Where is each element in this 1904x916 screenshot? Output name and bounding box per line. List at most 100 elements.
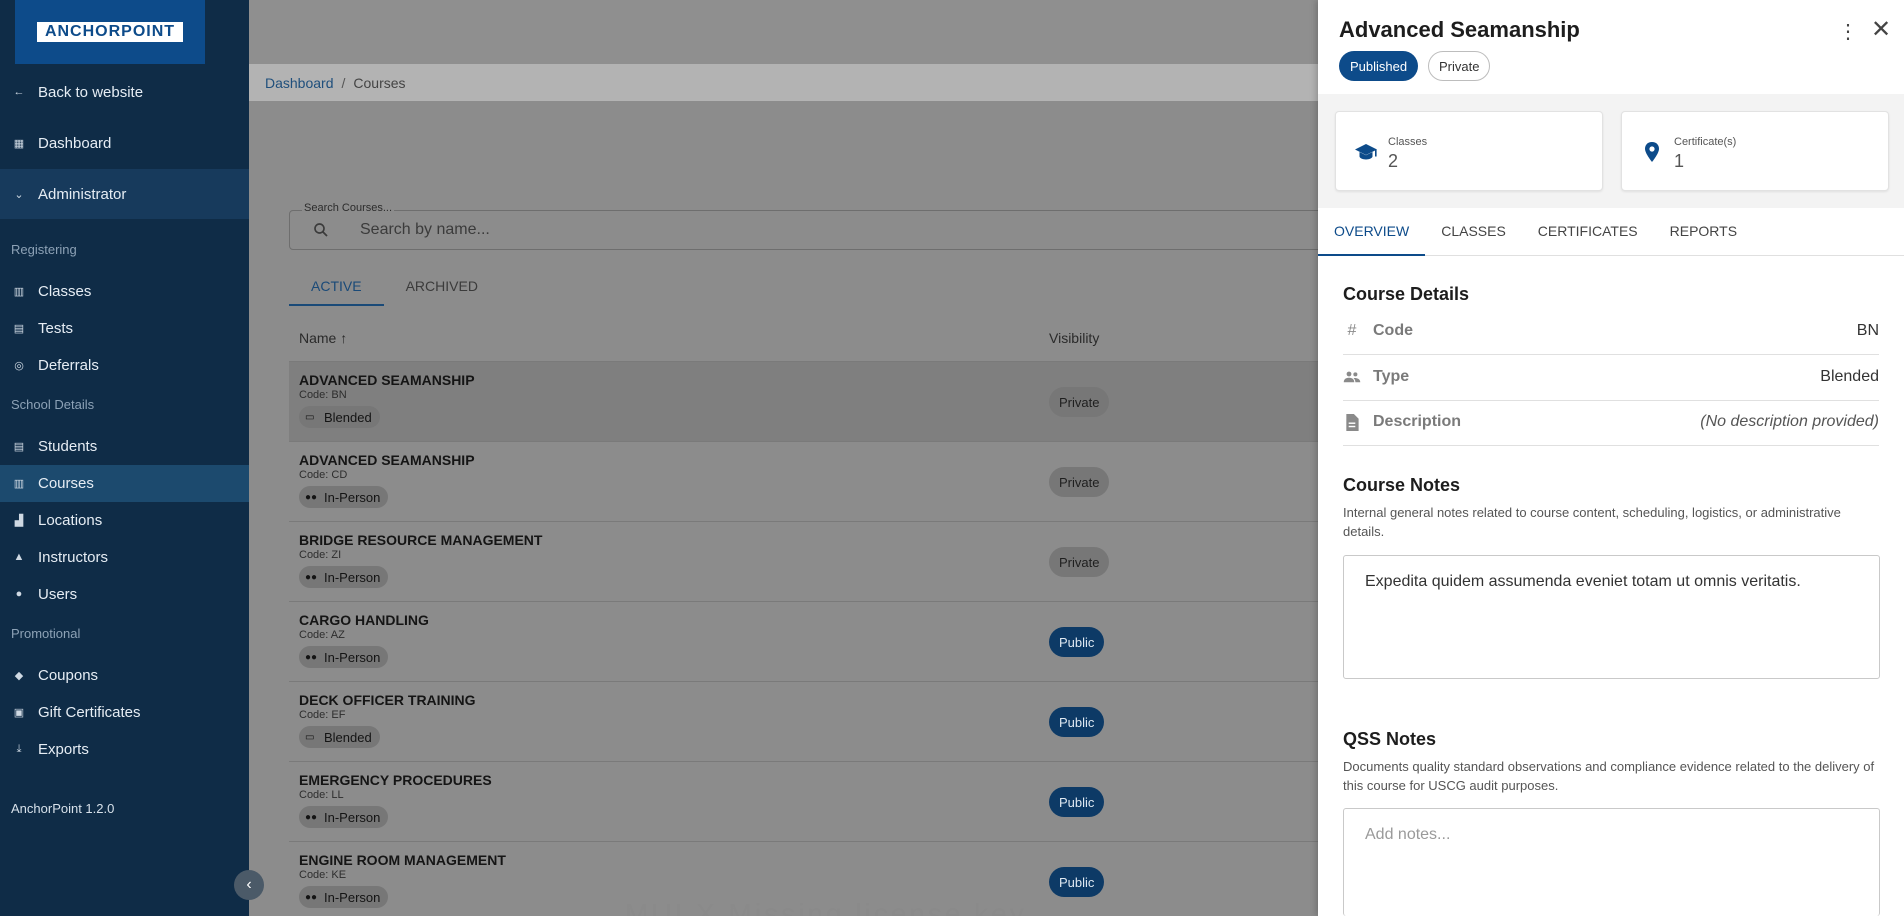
table-row[interactable]: ADVANCED SEAMANSHIP Code: BN ▭ Blended Pr… (289, 362, 1339, 442)
table-row[interactable]: DECK OFFICER TRAINING Code: EF ▭ Blended … (289, 682, 1339, 762)
detail-label: Description (1373, 413, 1462, 430)
course-detail-drawer: Advanced Seamanship ⋮ ✕ Published Privat… (1318, 0, 1904, 916)
tab-reports[interactable]: REPORTS (1654, 208, 1753, 256)
breadcrumb-separator: / (341, 74, 346, 91)
column-header-visibility[interactable]: Visibility (1049, 330, 1099, 346)
chip-label: Blended (324, 409, 372, 425)
gift-icon: ▣ (13, 706, 25, 719)
course-code: Code: BN (299, 389, 347, 401)
classes-stat-card[interactable]: Classes 2 (1335, 111, 1603, 191)
certificates-stat-card[interactable]: Certificate(s) 1 (1621, 111, 1889, 191)
sidebar-item-label: Gift Certificates (38, 703, 141, 721)
visibility-badge: Private (1049, 547, 1110, 577)
course-title: BRIDGE RESOURCE MANAGEMENT (299, 532, 543, 548)
course-notes-textarea[interactable]: Expedita quidem assumenda eveniet totam … (1343, 555, 1880, 679)
visibility-badge: Public (1049, 707, 1105, 737)
chip-label: In-Person (324, 649, 381, 665)
stat-label: Certificate(s) (1674, 136, 1737, 148)
book-icon: ▥ (13, 285, 25, 298)
chip-label: In-Person (324, 489, 381, 505)
sidebar-item-label: Students (38, 437, 98, 455)
sidebar-item-deferrals[interactable]: ◎ Deferrals (0, 353, 249, 377)
course-notes-heading: Course Notes (1343, 475, 1461, 495)
courses-table: Name ↑ Visibility ADVANCED SEAMANSHIP Co… (289, 314, 1339, 916)
tab-overview[interactable]: OVERVIEW (1318, 208, 1426, 256)
people-icon: ●● (305, 811, 318, 823)
sidebar-item-label: Tests (38, 319, 74, 337)
license-watermark: MUI X Missing license key (625, 898, 1027, 916)
sidebar-item-coupons[interactable]: ◆ Coupons (0, 663, 249, 687)
laptop-icon: ▭ (305, 411, 315, 423)
people-icon (1343, 368, 1361, 386)
app-version: AnchorPoint 1.2.0 (11, 801, 115, 816)
table-row[interactable]: BRIDGE RESOURCE MANAGEMENT Code: ZI ●● In… (289, 522, 1339, 602)
tab-archived[interactable]: ARCHIVED (384, 266, 500, 306)
course-title: ENGINE ROOM MANAGEMENT (299, 852, 506, 868)
column-header-label: Name (299, 330, 337, 346)
course-tabs: ACTIVE ARCHIVED (289, 266, 500, 306)
search-field[interactable]: Search Courses... Search by name... (289, 202, 1339, 250)
course-type-chip: ●● In-Person (299, 806, 389, 828)
course-code: Code: LL (299, 789, 344, 801)
course-title: DECK OFFICER TRAINING (299, 692, 476, 708)
table-row[interactable]: EMERGENCY PROCEDURES Code: LL ●● In-Perso… (289, 762, 1339, 842)
column-header-name[interactable]: Name ↑ (299, 330, 347, 346)
tab-classes[interactable]: CLASSES (1425, 208, 1522, 256)
sidebar-item-tests[interactable]: ▤ Tests (0, 316, 249, 340)
chip-label: In-Person (324, 569, 381, 585)
course-type-chip: ●● In-Person (299, 486, 389, 508)
table-row[interactable]: ADVANCED SEAMANSHIP Code: CD ●● In-Person… (289, 442, 1339, 522)
sidebar-item-label: Courses (38, 475, 94, 492)
chip-label: In-Person (324, 809, 381, 825)
tab-active[interactable]: ACTIVE (289, 266, 384, 306)
sidebar-item-administrator[interactable]: ⌄ Administrator (0, 169, 249, 219)
sidebar-item-instructors[interactable]: ▲ Instructors (0, 545, 249, 569)
section-registering: Registering (11, 242, 77, 257)
sidebar-item-exports[interactable]: ⤓ Exports (0, 737, 249, 761)
sidebar-item-label: Deferrals (38, 356, 99, 374)
arrow-left-icon: ← (13, 86, 25, 98)
stat-value: 1 (1674, 151, 1685, 171)
course-type-chip: ▭ Blended (299, 406, 380, 428)
collapse-sidebar-button[interactable]: ‹ (234, 870, 264, 900)
laptop-icon: ▭ (305, 731, 315, 743)
course-title: ADVANCED SEAMANSHIP (299, 452, 475, 468)
course-type-chip: ●● In-Person (299, 886, 389, 908)
search-input[interactable]: Search by name... (360, 221, 490, 239)
chip-label: Blended (324, 729, 372, 745)
back-to-website-link[interactable]: ← Back to website (0, 80, 249, 104)
target-icon: ◎ (14, 359, 24, 372)
breadcrumb-dashboard-link[interactable]: Dashboard (265, 75, 334, 91)
sidebar-item-users[interactable]: ● Users (0, 582, 249, 606)
course-code: Code: ZI (299, 549, 342, 561)
search-label: Search Courses... (302, 202, 395, 214)
qss-notes-description: Documents quality standard observations … (1343, 759, 1875, 793)
sidebar-item-courses[interactable]: ▥ Courses (0, 465, 249, 502)
table-row[interactable]: CARGO HANDLING Code: AZ ●● In-Person Publ… (289, 602, 1339, 682)
people-icon: ● (15, 588, 23, 600)
sidebar-item-gift-certificates[interactable]: ▣ Gift Certificates (0, 700, 249, 724)
sidebar-item-locations[interactable]: ▟ Locations (0, 508, 249, 532)
close-button[interactable]: ✕ (1871, 15, 1891, 44)
sidebar-item-classes[interactable]: ▥ Classes (0, 279, 249, 303)
course-type-chip: ▭ Blended (299, 726, 380, 748)
qss-notes-textarea[interactable]: Add notes... (1343, 808, 1880, 916)
visibility-badge[interactable]: Private (1428, 51, 1491, 81)
course-type-chip: ●● In-Person (299, 566, 389, 588)
qss-notes-heading: QSS Notes (1343, 729, 1437, 749)
visibility-badge: Public (1049, 787, 1105, 817)
document-icon: ▤ (13, 440, 25, 453)
more-options-button[interactable]: ⋮ (1838, 19, 1858, 44)
status-badge[interactable]: Published (1339, 51, 1419, 81)
sidebar-item-students[interactable]: ▤ Students (0, 434, 249, 458)
document-icon: ▤ (13, 322, 25, 335)
logo-area[interactable]: ANCHORPOINT (15, 0, 205, 64)
tag-icon: ◆ (14, 669, 24, 682)
school-cap-icon (1355, 144, 1377, 160)
download-icon: ⤓ (16, 742, 22, 755)
detail-value: Blended (1820, 368, 1879, 385)
search-icon (314, 223, 328, 237)
sidebar-item-label: Exports (38, 740, 89, 758)
sidebar-item-dashboard[interactable]: ▦ Dashboard (0, 131, 249, 155)
tab-certificates[interactable]: CERTIFICATES (1522, 208, 1654, 256)
